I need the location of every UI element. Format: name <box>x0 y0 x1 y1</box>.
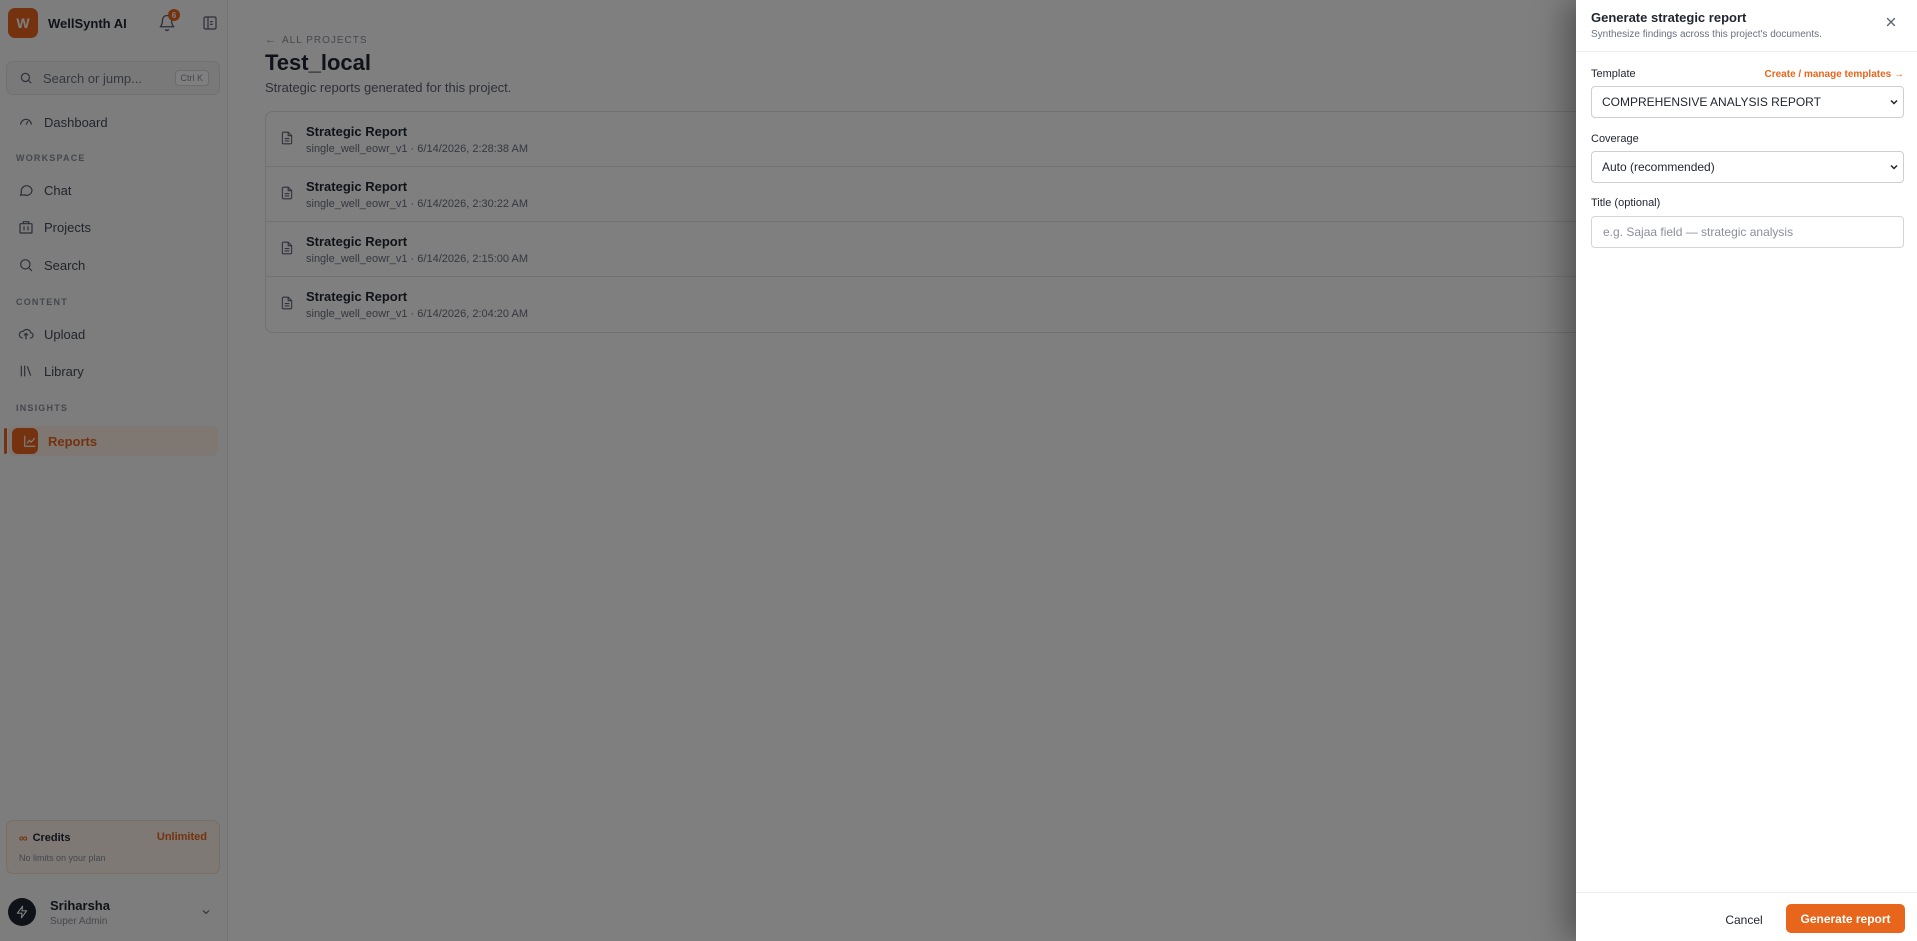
template-label: Template <box>1591 68 1636 80</box>
generate-report-drawer: Generate strategic report Synthesize fin… <box>1576 0 1917 941</box>
cancel-button[interactable]: Cancel <box>1714 906 1774 934</box>
drawer-subtitle: Synthesize findings across this project'… <box>1591 29 1822 40</box>
title-input[interactable] <box>1591 216 1904 248</box>
chevron-down-icon <box>1890 164 1898 170</box>
drawer-title: Generate strategic report <box>1591 10 1747 25</box>
chevron-down-icon <box>1890 99 1898 105</box>
close-icon[interactable] <box>1884 15 1900 31</box>
generate-report-button[interactable]: Generate report <box>1786 904 1905 933</box>
coverage-select[interactable]: Auto (recommended) <box>1591 151 1904 183</box>
template-selected-value: COMPREHENSIVE ANALYSIS REPORT <box>1602 95 1821 109</box>
drawer-footer: Cancel Generate report <box>1576 892 1917 941</box>
coverage-selected-value: Auto (recommended) <box>1602 160 1715 174</box>
template-select[interactable]: COMPREHENSIVE ANALYSIS REPORT <box>1591 86 1904 118</box>
title-label: Title (optional) <box>1591 197 1661 209</box>
drawer-header: Generate strategic report Synthesize fin… <box>1576 0 1917 52</box>
coverage-label: Coverage <box>1591 133 1639 145</box>
manage-templates-link[interactable]: Create / manage templates → <box>1765 69 1905 80</box>
